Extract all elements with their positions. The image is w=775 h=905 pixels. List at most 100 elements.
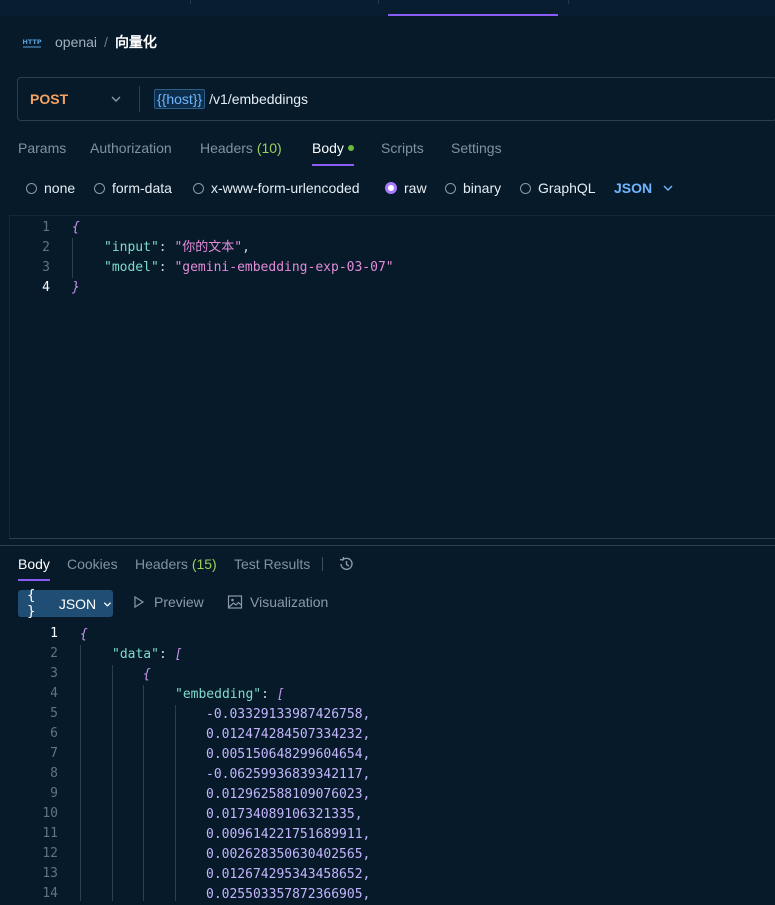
breadcrumb-parent[interactable]: openai (55, 34, 97, 50)
active-tab-underline (18, 579, 50, 581)
url-bar: POST {{host}} /v1/embeddings (17, 77, 775, 121)
embedding-value: -0.06259936839342117, (206, 767, 371, 782)
tab-headers[interactable]: Headers (10) (200, 138, 282, 158)
tab-body-label: Body (312, 140, 344, 156)
tab-settings[interactable]: Settings (451, 138, 502, 158)
line-number: 3 (50, 666, 58, 681)
body-type-graphql[interactable]: GraphQL (520, 180, 596, 196)
radio-icon[interactable] (193, 182, 204, 194)
response-divider[interactable] (0, 545, 775, 546)
code-line: } (72, 278, 80, 298)
preview-button[interactable]: Preview (132, 594, 204, 610)
response-format-label: JSON (58, 595, 97, 612)
line-number-current: 4 (42, 280, 50, 295)
request-name[interactable]: 向量化 (115, 32, 157, 52)
code-line: "input": "你的文本", (104, 240, 250, 255)
line-number: 12 (42, 846, 58, 861)
resp-tab-body[interactable]: Body (18, 554, 50, 574)
body-type-none[interactable]: none (26, 180, 75, 196)
indent-guide (72, 238, 73, 278)
tab-separator (568, 0, 569, 4)
request-body-editor[interactable]: 1 2 3 4 { "input": "你的文本", "model": "gem… (9, 215, 775, 539)
body-type-graphql-label: GraphQL (538, 180, 596, 196)
radio-icon[interactable] (94, 182, 105, 194)
tab-params[interactable]: Params (18, 138, 66, 158)
radio-checked-icon[interactable] (385, 182, 397, 194)
language-select[interactable]: JSON (614, 180, 675, 196)
embedding-value: 0.025503357872366905, (206, 887, 371, 902)
tab-separator (190, 0, 191, 4)
chevron-down-icon (663, 185, 673, 191)
url-path[interactable]: /v1/embeddings (209, 91, 308, 107)
open-brace: { (72, 220, 80, 235)
json-key: "model" (104, 260, 159, 275)
response-body-viewer[interactable]: 1 2 3 4 5 6 7 8 9 10 11 12 13 14 { "data": [ { "embed… (0, 625, 775, 902)
body-type-binary[interactable]: binary (445, 180, 501, 196)
embedding-value: 0.005150648299604654, (206, 747, 371, 762)
line-number: 9 (50, 786, 58, 801)
breadcrumb: HTTP openai / 向量化 (22, 32, 157, 52)
active-tab-indicator (388, 14, 558, 16)
line-number: 2 (42, 240, 50, 255)
url-divider (139, 86, 140, 112)
resp-tab-headers-count: (15) (191, 556, 217, 572)
json-string: "你的文本" (174, 240, 243, 255)
top-tab-strip (0, 0, 775, 16)
line-number: 14 (42, 886, 58, 901)
radio-icon[interactable] (26, 182, 37, 194)
tab-authorization[interactable]: Authorization (90, 138, 172, 158)
response-format-select[interactable]: { } JSON (18, 587, 113, 620)
breadcrumb-separator: / (104, 34, 108, 50)
tab-body[interactable]: Body (312, 138, 354, 158)
embedding-value: 0.009614221751689911, (206, 827, 371, 842)
url-variable[interactable]: {{host}} (154, 89, 206, 109)
tab-headers-count: (10) (256, 140, 282, 156)
line-number: 4 (50, 686, 58, 701)
resp-tab-headers-label: Headers (135, 556, 188, 572)
body-type-form-data[interactable]: form-data (94, 180, 172, 196)
code-line: { (72, 218, 80, 238)
play-icon (134, 595, 145, 609)
url-input[interactable]: {{host}} /v1/embeddings (154, 78, 308, 120)
indent-guide (112, 665, 113, 901)
tab-scripts[interactable]: Scripts (381, 138, 424, 158)
json-key: "input" (104, 240, 159, 255)
indent-guide (143, 685, 144, 901)
line-number-current: 1 (50, 626, 58, 641)
body-type-urlencoded-label: x-www-form-urlencoded (211, 180, 360, 196)
code-line: "model": "gemini-embedding-exp-03-07" (104, 260, 394, 275)
http-icon: HTTP (22, 33, 42, 51)
visualization-button[interactable]: Visualization (227, 594, 328, 610)
json-string: "gemini-embedding-exp-03-07" (174, 260, 394, 275)
line-number: 7 (50, 746, 58, 761)
json-key: "data" (112, 647, 159, 662)
line-number: 6 (50, 726, 58, 741)
embedding-value: 0.012962588109076023, (206, 787, 371, 802)
resp-tab-cookies[interactable]: Cookies (67, 554, 118, 574)
line-number: 10 (42, 806, 58, 821)
body-type-form-data-label: form-data (112, 180, 172, 196)
embedding-value: 0.012474284507334232, (206, 727, 371, 742)
chevron-down-icon[interactable] (109, 92, 123, 106)
radio-icon[interactable] (445, 182, 456, 194)
open-brace: { (143, 667, 151, 682)
braces-icon: { } (27, 587, 36, 620)
json-key: "embedding" (175, 687, 262, 702)
code-line: "embedding": [ (175, 687, 285, 702)
http-icon-text: HTTP (22, 38, 41, 46)
radio-icon[interactable] (520, 182, 531, 194)
body-type-raw[interactable]: raw (385, 180, 427, 196)
body-type-binary-label: binary (463, 180, 502, 196)
body-type-urlencoded[interactable]: x-www-form-urlencoded (193, 180, 360, 196)
resp-tab-test-results[interactable]: Test Results (234, 554, 310, 574)
tab-separator (378, 0, 379, 4)
method-select[interactable]: POST (30, 78, 68, 120)
history-icon[interactable] (337, 555, 355, 573)
resp-tab-headers[interactable]: Headers (15) (135, 554, 217, 574)
embedding-value: 0.012674295343458652, (206, 867, 371, 882)
code-line: "data": [ (112, 647, 183, 662)
line-number: 3 (42, 260, 50, 275)
code-line: { (80, 625, 88, 645)
open-bracket: [ (276, 687, 285, 702)
indent-guide (80, 645, 81, 901)
